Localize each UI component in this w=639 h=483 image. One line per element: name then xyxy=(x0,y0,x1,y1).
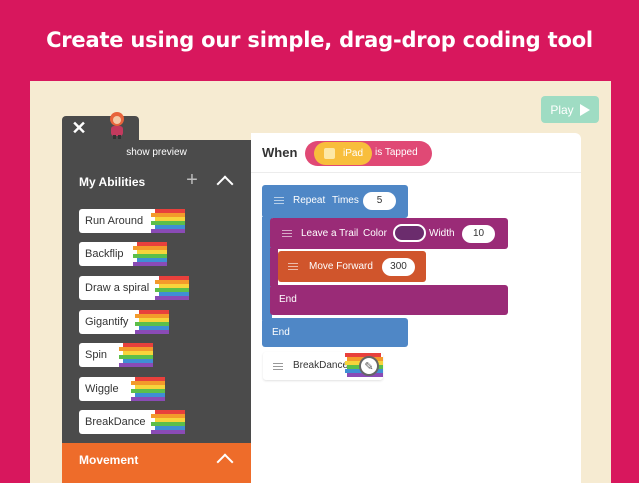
trigger-device-label: iPad xyxy=(343,148,364,159)
trail-width-input[interactable]: 10 xyxy=(462,225,495,243)
when-label: When xyxy=(262,145,298,160)
trail-width-label: Width xyxy=(429,228,455,239)
repeat-times-label: Times xyxy=(332,195,359,206)
breakdance-label: BreakDance xyxy=(293,360,349,371)
repeat-label: Repeat xyxy=(293,195,326,206)
character-avatar[interactable] xyxy=(104,110,130,140)
play-button-label: Play xyxy=(550,102,574,117)
trigger-device-pill[interactable]: iPad xyxy=(314,142,372,165)
leave-trail-label: Leave a Trail xyxy=(301,228,359,239)
play-icon xyxy=(579,103,590,116)
rainbow-icon xyxy=(131,377,167,401)
repeat-end-block[interactable]: End xyxy=(262,318,408,347)
ability-item-label: Spin xyxy=(79,343,123,367)
leave-trail-end-block[interactable]: End xyxy=(270,285,508,315)
ability-item-label: BreakDance xyxy=(79,410,155,434)
ability-item-label: Gigantify xyxy=(79,310,139,334)
show-preview-link[interactable]: show preview xyxy=(62,147,251,158)
ability-item-label: Wiggle xyxy=(79,377,135,401)
trail-color-label: Color xyxy=(363,228,387,239)
repeat-count-input[interactable]: 5 xyxy=(363,192,396,210)
drag-handle-icon[interactable] xyxy=(282,230,292,237)
ability-item-label: Backflip xyxy=(79,242,137,266)
ability-item[interactable]: BreakDance xyxy=(79,410,187,434)
move-forward-block[interactable]: Move Forward 300 xyxy=(278,251,426,282)
ability-item[interactable]: Backflip xyxy=(79,242,169,266)
rainbow-icon xyxy=(151,209,187,233)
ability-item-label: Run Around xyxy=(79,209,155,233)
rainbow-icon xyxy=(119,343,155,367)
trigger-event-label: is Tapped xyxy=(375,147,418,158)
close-icon[interactable]: ✕ xyxy=(70,118,88,138)
headline: Create using our simple, drag-drop codin… xyxy=(46,28,593,52)
play-button[interactable]: Play xyxy=(541,96,599,123)
rainbow-icon xyxy=(135,310,171,334)
trail-color-swatch[interactable] xyxy=(393,224,426,242)
drag-handle-icon[interactable] xyxy=(273,363,283,370)
rainbow-icon xyxy=(133,242,169,266)
repeat-block[interactable]: Repeat Times 5 xyxy=(262,185,408,218)
drag-handle-icon[interactable] xyxy=(274,197,284,204)
my-abilities-heading: My Abilities xyxy=(79,175,146,189)
drag-handle-icon[interactable] xyxy=(288,263,298,270)
ability-item[interactable]: Spin xyxy=(79,343,155,367)
rainbow-icon xyxy=(151,410,187,434)
rainbow-icon xyxy=(155,276,191,300)
leave-trail-block[interactable]: Leave a Trail Color Width 10 xyxy=(270,218,508,249)
edit-pencil-icon[interactable]: ✎ xyxy=(359,356,379,376)
ability-item[interactable]: Gigantify xyxy=(79,310,171,334)
leave-trail-block-spine xyxy=(270,248,278,286)
ipad-icon xyxy=(324,148,335,159)
ability-item[interactable]: Wiggle xyxy=(79,377,167,401)
move-distance-input[interactable]: 300 xyxy=(382,258,415,276)
add-ability-icon[interactable]: + xyxy=(183,170,201,190)
ability-item[interactable]: Draw a spiral xyxy=(79,276,191,300)
leave-trail-end-label: End xyxy=(279,294,297,305)
repeat-end-label: End xyxy=(272,327,290,338)
ability-item-label: Draw a spiral xyxy=(79,276,159,300)
move-forward-label: Move Forward xyxy=(309,261,373,272)
ability-item[interactable]: Run Around xyxy=(79,209,187,233)
movement-category-label: Movement xyxy=(79,453,139,467)
